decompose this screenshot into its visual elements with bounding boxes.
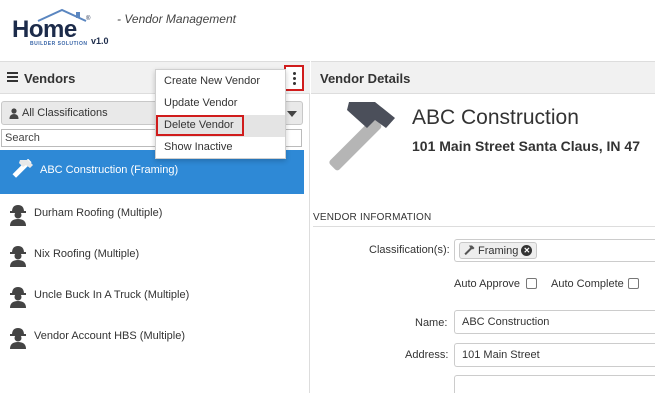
hamburger-icon[interactable] — [7, 72, 18, 82]
address-label: Address: — [405, 349, 449, 361]
hammer-icon — [329, 102, 395, 171]
vendor-list: ABC Construction (Framing) Durham Roofin… — [0, 150, 304, 358]
vendor-details-panel: Vendor Details ABC Construction 101 Main… — [311, 61, 655, 393]
vendor-list-item[interactable]: Nix Roofing (Multiple) — [0, 235, 304, 276]
vendor-name-label: Durham Roofing (Multiple) — [34, 207, 163, 219]
app-header: Home ® BUILDER SOLUTION v1.0 - Vendor Ma… — [0, 0, 655, 61]
vendor-actions-button[interactable] — [284, 65, 304, 91]
vendor-name-label: ABC Construction (Framing) — [40, 164, 179, 176]
vendor-name-heading: ABC Construction — [412, 106, 579, 129]
menu-item-delete-vendor[interactable]: Delete Vendor — [156, 115, 244, 136]
vendor-name-label: Vendor Account HBS (Multiple) — [34, 330, 186, 342]
person-icon — [9, 108, 19, 119]
classification-filter-value: All Classifications — [22, 107, 108, 119]
address-field[interactable]: 101 Main Street — [454, 343, 655, 367]
app-version: v1.0 — [91, 36, 109, 46]
classification-chip: Framing ✕ — [459, 242, 538, 259]
hammer-icon — [464, 245, 475, 256]
address-line-2-field[interactable] — [454, 375, 655, 393]
name-field[interactable]: ABC Construction — [454, 310, 655, 334]
worker-icon — [10, 287, 26, 308]
menu-item-show-inactive[interactable]: Show Inactive — [156, 137, 285, 158]
vendor-name-label: Uncle Buck In A Truck (Multiple) — [34, 289, 190, 301]
logo-subtext: BUILDER SOLUTION — [30, 41, 88, 47]
logo-text: Home — [12, 16, 77, 43]
auto-complete-checkbox[interactable] — [628, 278, 639, 289]
vendors-title: Vendors — [24, 71, 76, 86]
vendor-details-title: Vendor Details — [320, 71, 411, 86]
vendor-list-item[interactable]: Vendor Account HBS (Multiple) — [0, 317, 304, 358]
vendor-information-section-label: VENDOR INFORMATION — [313, 212, 432, 223]
vendor-list-item[interactable]: Durham Roofing (Multiple) — [0, 194, 304, 235]
vendor-name-label: Nix Roofing (Multiple) — [34, 248, 140, 260]
worker-icon — [10, 328, 26, 349]
logo-registered: ® — [86, 16, 91, 22]
hammer-icon — [12, 159, 33, 178]
menu-item-update-vendor[interactable]: Update Vendor — [156, 93, 285, 114]
classification-chip-label: Framing — [478, 244, 519, 257]
vendor-list-item[interactable]: Uncle Buck In A Truck (Multiple) — [0, 276, 304, 317]
section-divider — [313, 226, 655, 227]
classification-label: Classification(s): — [369, 244, 450, 256]
auto-complete-label: Auto Complete — [551, 278, 624, 290]
worker-icon — [10, 205, 26, 226]
vendor-details-header: Vendor Details — [311, 61, 655, 94]
auto-approve-checkbox[interactable] — [526, 278, 537, 289]
chevron-down-icon — [287, 111, 297, 117]
menu-item-create-new-vendor[interactable]: Create New Vendor — [156, 71, 285, 92]
worker-icon — [10, 246, 26, 267]
home-builder-logo: Home ® BUILDER SOLUTION v1.0 — [12, 8, 112, 50]
app-subtitle: - Vendor Management — [117, 12, 236, 26]
classification-multiselect[interactable]: Framing ✕ — [454, 239, 655, 262]
name-label: Name: — [415, 317, 448, 329]
vendor-actions-menu: Create New Vendor Update Vendor Delete V… — [155, 69, 286, 159]
vendor-address-heading: 101 Main Street Santa Claus, IN 47 — [412, 138, 640, 154]
auto-approve-label: Auto Approve — [454, 278, 521, 290]
remove-chip-icon[interactable]: ✕ — [521, 245, 533, 256]
